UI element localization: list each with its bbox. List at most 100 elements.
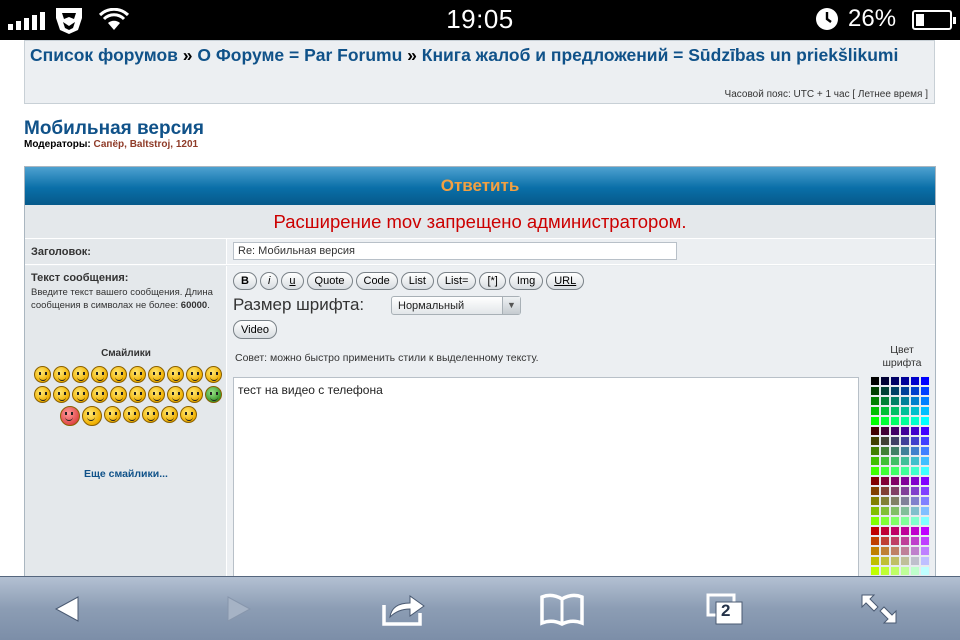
color-swatch[interactable] — [890, 556, 900, 566]
color-swatch[interactable] — [920, 536, 930, 546]
color-swatch[interactable] — [870, 376, 880, 386]
color-swatch[interactable] — [920, 566, 930, 576]
color-swatch[interactable] — [920, 526, 930, 536]
forum-title[interactable]: Мобильная версия — [24, 118, 204, 140]
color-swatch[interactable] — [880, 546, 890, 556]
smiley-icon[interactable] — [72, 386, 89, 403]
color-swatch[interactable] — [880, 566, 890, 576]
color-swatch[interactable] — [870, 506, 880, 516]
color-swatch[interactable] — [880, 486, 890, 496]
smiley-icon[interactable] — [186, 386, 203, 403]
color-swatch[interactable] — [880, 476, 890, 486]
color-swatch[interactable] — [900, 516, 910, 526]
color-swatch[interactable] — [890, 446, 900, 456]
color-swatch[interactable] — [920, 466, 930, 476]
color-swatch[interactable] — [880, 436, 890, 446]
color-swatch[interactable] — [920, 376, 930, 386]
smiley-icon[interactable] — [59, 406, 80, 426]
color-swatch[interactable] — [870, 546, 880, 556]
color-swatch[interactable] — [910, 536, 920, 546]
color-swatch[interactable] — [880, 506, 890, 516]
color-swatch[interactable] — [870, 566, 880, 576]
color-swatch[interactable] — [880, 456, 890, 466]
smiley-icon[interactable] — [148, 386, 165, 403]
color-swatch[interactable] — [900, 396, 910, 406]
color-swatch[interactable] — [890, 566, 900, 576]
color-swatch[interactable] — [900, 416, 910, 426]
color-swatch[interactable] — [920, 546, 930, 556]
breadcrumb-link-about-forum[interactable]: О Форуме = Par Forumu — [197, 45, 402, 65]
color-swatch[interactable] — [870, 396, 880, 406]
color-swatch[interactable] — [920, 416, 930, 426]
color-swatch[interactable] — [910, 556, 920, 566]
color-swatch[interactable] — [880, 496, 890, 506]
color-swatch[interactable] — [880, 556, 890, 566]
color-swatch[interactable] — [890, 476, 900, 486]
color-swatch[interactable] — [870, 436, 880, 446]
color-swatch[interactable] — [890, 456, 900, 466]
color-swatch[interactable] — [910, 466, 920, 476]
color-swatch[interactable] — [910, 376, 920, 386]
color-swatch[interactable] — [870, 496, 880, 506]
color-swatch[interactable] — [900, 476, 910, 486]
color-swatch[interactable] — [880, 466, 890, 476]
moderators-list[interactable]: Сапёр, Baltstroj, 1201 — [94, 139, 199, 150]
color-swatch[interactable] — [910, 496, 920, 506]
color-swatch[interactable] — [910, 396, 920, 406]
color-swatch[interactable] — [890, 546, 900, 556]
color-swatch[interactable] — [910, 456, 920, 466]
color-swatch[interactable] — [890, 436, 900, 446]
color-swatch[interactable] — [900, 566, 910, 576]
smiley-icon[interactable] — [179, 406, 197, 423]
color-swatch[interactable] — [920, 476, 930, 486]
smiley-icon[interactable] — [167, 386, 184, 403]
smiley-icon[interactable] — [122, 406, 140, 423]
color-swatch[interactable] — [900, 406, 910, 416]
smiley-icon[interactable] — [81, 406, 102, 426]
color-swatch[interactable] — [890, 426, 900, 436]
color-palette[interactable] — [870, 376, 930, 576]
color-swatch[interactable] — [910, 566, 920, 576]
smiley-icon[interactable] — [110, 366, 127, 383]
image-button[interactable]: Img — [508, 272, 544, 290]
video-button[interactable]: Video — [233, 320, 277, 339]
subject-input[interactable]: Re: Мобильная версия — [233, 242, 677, 260]
color-swatch[interactable] — [890, 526, 900, 536]
color-swatch[interactable] — [870, 476, 880, 486]
color-swatch[interactable] — [900, 386, 910, 396]
color-swatch[interactable] — [870, 516, 880, 526]
color-swatch[interactable] — [890, 536, 900, 546]
smiley-icon[interactable] — [186, 366, 203, 383]
color-swatch[interactable] — [870, 416, 880, 426]
color-swatch[interactable] — [880, 416, 890, 426]
color-swatch[interactable] — [900, 446, 910, 456]
fullscreen-icon[interactable] — [856, 591, 904, 627]
smiley-icon[interactable] — [129, 386, 146, 403]
color-swatch[interactable] — [870, 486, 880, 496]
color-swatch[interactable] — [880, 536, 890, 546]
color-swatch[interactable] — [900, 536, 910, 546]
back-icon[interactable] — [44, 591, 92, 627]
bookmarks-icon[interactable] — [538, 591, 586, 627]
color-swatch[interactable] — [920, 386, 930, 396]
message-textarea[interactable]: тест на видео с телефона — [233, 377, 859, 576]
color-swatch[interactable] — [900, 556, 910, 566]
code-button[interactable]: Code — [355, 272, 398, 290]
more-smilies-link[interactable]: Еще смайлики... — [25, 468, 227, 480]
color-swatch[interactable] — [910, 516, 920, 526]
smiley-icon[interactable] — [141, 406, 159, 423]
breadcrumb-link-forum-list[interactable]: Список форумов — [30, 45, 178, 65]
smiley-icon[interactable] — [110, 386, 127, 403]
color-swatch[interactable] — [890, 416, 900, 426]
color-swatch[interactable] — [890, 466, 900, 476]
color-swatch[interactable] — [890, 406, 900, 416]
smiley-icon[interactable] — [160, 406, 178, 423]
color-swatch[interactable] — [880, 396, 890, 406]
color-swatch[interactable] — [890, 506, 900, 516]
color-swatch[interactable] — [900, 526, 910, 536]
color-swatch[interactable] — [880, 376, 890, 386]
color-swatch[interactable] — [900, 506, 910, 516]
color-swatch[interactable] — [910, 426, 920, 436]
color-swatch[interactable] — [880, 406, 890, 416]
underline-button[interactable]: u — [281, 272, 304, 290]
